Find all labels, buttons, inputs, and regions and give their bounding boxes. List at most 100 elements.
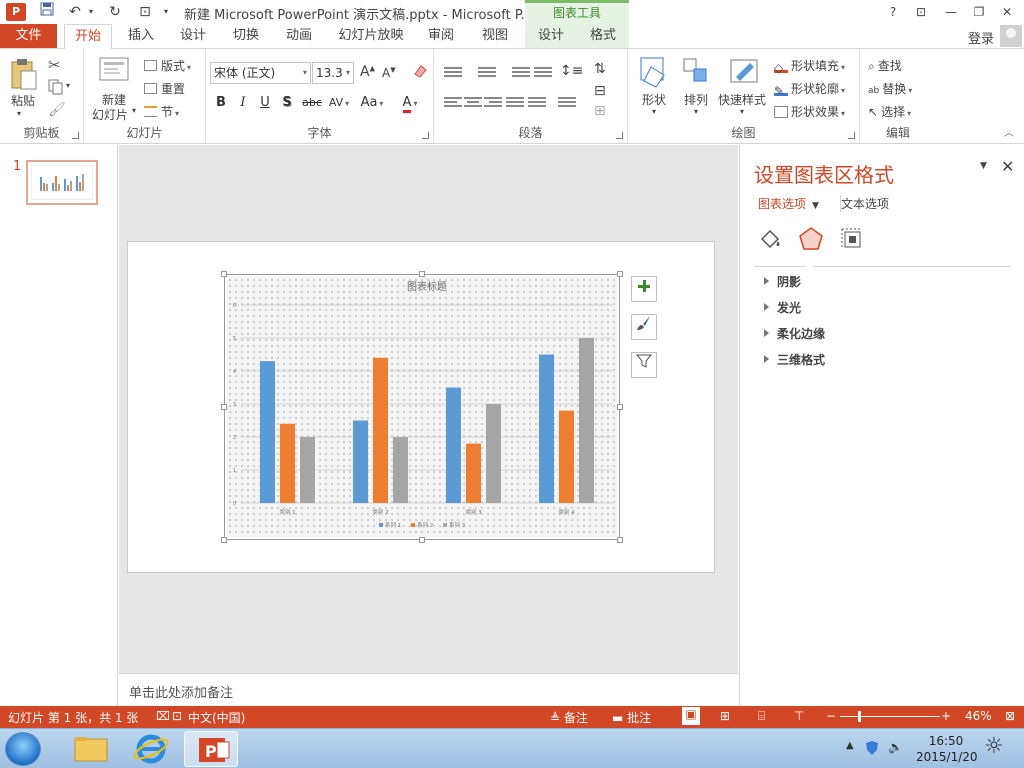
restore-icon[interactable]: ❐ [968, 2, 990, 22]
text-direction-icon[interactable]: ⇅ [594, 61, 606, 77]
fit-to-window-icon[interactable]: ⊠ [1005, 709, 1015, 723]
smartart-icon[interactable]: ⊞ [594, 103, 606, 119]
resize-handle-top[interactable] [419, 271, 425, 277]
shapes-dropdown-icon[interactable]: ▾ [652, 107, 656, 116]
paste-dropdown-icon[interactable]: ▾ [17, 109, 21, 118]
slide-canvas[interactable]: 0 1 2 3 4 5 6 图表标题 类别 1 类别 2 类别 3 类别 4 系列 1 系列 2 系列 3 [127, 241, 715, 573]
character-spacing-button[interactable]: AV ▾ [326, 94, 352, 112]
close-pane-icon[interactable]: ✕ [1001, 157, 1014, 176]
resize-handle-top-right[interactable] [617, 271, 623, 277]
redo-icon[interactable]: ↻ [104, 2, 126, 22]
notes-toggle-button[interactable]: ≜ 备注 [550, 709, 588, 726]
size-properties-icon[interactable] [840, 227, 864, 254]
arrange-dropdown-icon[interactable]: ▾ [694, 107, 698, 116]
tab-chart-format[interactable]: 格式 [577, 24, 629, 48]
new-slide-dropdown-icon[interactable]: ▾ [132, 106, 136, 115]
text-options-tab[interactable]: 文本选项 [840, 195, 889, 212]
section-button[interactable]: 节 ▾ [144, 103, 179, 120]
undo-icon[interactable]: ↶ [64, 2, 86, 22]
slide-thumbnail[interactable] [26, 160, 98, 205]
soft-edges-section[interactable]: 柔化边缘 [764, 325, 825, 342]
show-desktop-brightness-icon[interactable]: ☼ [984, 734, 1004, 759]
paste-label[interactable]: 粘贴 [11, 92, 35, 109]
reset-button[interactable]: 重置 [144, 80, 185, 97]
shape-effects-button[interactable]: 形状效果 ▾ [774, 103, 845, 120]
slide-sorter-view-icon[interactable]: ⊞ [720, 709, 730, 723]
new-slide-label-2[interactable]: 幻灯片 [92, 106, 128, 123]
chart-options-tab[interactable]: 图表选项 ▼ [758, 195, 819, 212]
tab-chart-design[interactable]: 设计 [525, 24, 577, 48]
paragraph-launcher-icon[interactable] [616, 132, 623, 139]
find-button[interactable]: ⌕ 查找 [868, 57, 902, 74]
normal-view-icon[interactable]: ▣ [682, 707, 700, 725]
file-explorer-taskbar-button[interactable] [64, 731, 118, 767]
columns-icon[interactable] [558, 97, 576, 111]
sign-in-link[interactable]: 登录 [968, 28, 994, 47]
numbering-icon[interactable] [478, 67, 496, 81]
clipboard-launcher-icon[interactable] [72, 132, 79, 139]
tab-view[interactable]: 视图 [472, 24, 518, 48]
font-size-select[interactable]: 13.3 ▾ [312, 62, 354, 84]
underline-button[interactable]: U [256, 94, 274, 112]
shapes-button[interactable] [638, 55, 670, 92]
quick-styles-label[interactable]: 快速样式 [718, 91, 766, 108]
resize-handle-bottom[interactable] [419, 537, 425, 543]
internet-explorer-taskbar-button[interactable] [124, 731, 178, 767]
tab-design[interactable]: 设计 [170, 24, 216, 48]
cut-icon[interactable]: ✂ [48, 56, 61, 74]
font-color-button[interactable]: A ▾ [398, 94, 422, 113]
grow-font-button[interactable]: A▲ [360, 64, 375, 80]
align-text-icon[interactable]: ⊟ [594, 83, 606, 99]
powerpoint-taskbar-button[interactable]: P [184, 731, 238, 767]
security-shield-icon[interactable] [864, 740, 880, 759]
pane-options-icon[interactable]: ▼ [980, 161, 987, 171]
bullets-icon[interactable] [444, 67, 462, 81]
copy-dropdown-icon[interactable]: ▾ [66, 81, 70, 90]
avatar[interactable] [1000, 25, 1022, 47]
resize-handle-top-left[interactable] [221, 271, 227, 277]
select-button[interactable]: ↖ 选择 ▾ [868, 103, 911, 120]
collapse-ribbon-icon[interactable]: ︿ [1004, 124, 1014, 139]
change-case-button[interactable]: Aa ▾ [358, 94, 386, 112]
tab-slideshow[interactable]: 幻灯片放映 [334, 24, 408, 48]
shrink-font-button[interactable]: A▼ [382, 66, 396, 80]
resize-handle-right[interactable] [617, 404, 623, 410]
notes-pane[interactable]: 单击此处添加备注 [119, 673, 738, 706]
chart-elements-button[interactable] [631, 276, 657, 302]
close-window-icon[interactable]: ✕ [996, 2, 1018, 22]
start-button[interactable] [5, 732, 41, 766]
shapes-label[interactable]: 形状 [642, 91, 666, 108]
customize-qat-icon[interactable]: ▾ [160, 2, 172, 22]
quick-styles-button[interactable] [728, 55, 760, 90]
spelling-status-icon[interactable]: ⌧ [156, 709, 170, 723]
shape-fill-button[interactable]: ◇ 形状填充 ▾ [774, 57, 845, 75]
reading-view-icon[interactable]: ⌸ [758, 709, 765, 724]
paste-button[interactable] [8, 57, 38, 94]
new-slide-button[interactable] [98, 55, 130, 88]
shadow-section[interactable]: 阴影 [764, 273, 801, 290]
arrange-label[interactable]: 排列 [684, 91, 708, 108]
justify-icon[interactable] [506, 97, 524, 111]
zoom-out-icon[interactable]: − [826, 709, 836, 723]
copy-icon[interactable] [48, 79, 64, 98]
language-status[interactable]: 中文(中国) [188, 709, 245, 726]
save-icon[interactable] [36, 2, 58, 22]
notes-placeholder[interactable]: 单击此处添加备注 [129, 682, 233, 701]
zoom-slider[interactable] [840, 716, 940, 717]
italic-button[interactable]: I [234, 94, 252, 112]
resize-handle-bottom-left[interactable] [221, 537, 227, 543]
align-center-icon[interactable] [464, 97, 482, 111]
shape-outline-button[interactable]: ✎ 形状轮廓 ▾ [774, 80, 845, 98]
bold-button[interactable]: B [212, 94, 230, 112]
increase-indent-icon[interactable] [534, 67, 552, 81]
layout-button[interactable]: 版式 ▾ [144, 57, 191, 74]
chart-styles-button[interactable] [631, 314, 657, 340]
arrange-button[interactable] [682, 57, 710, 90]
minimize-icon[interactable]: — [940, 2, 962, 22]
resize-handle-bottom-right[interactable] [617, 537, 623, 543]
show-hidden-icons-icon[interactable]: ▲ [846, 740, 854, 751]
glow-section[interactable]: 发光 [764, 299, 801, 316]
zoom-level[interactable]: 46% [965, 709, 992, 723]
chart-filters-button[interactable] [631, 352, 657, 378]
slideshow-view-icon[interactable]: ⊤ [794, 709, 804, 723]
